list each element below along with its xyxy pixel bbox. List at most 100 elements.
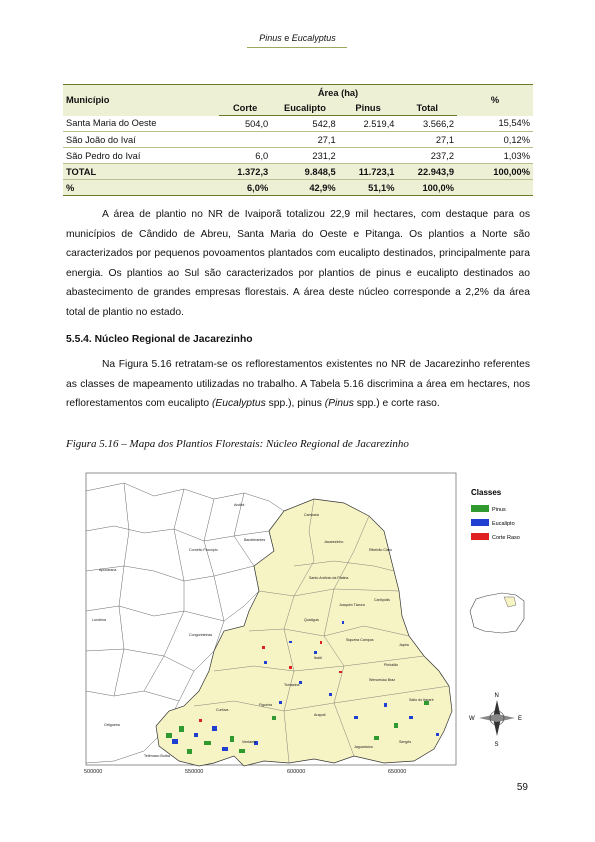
- page-number: 59: [516, 782, 528, 793]
- cell-eucalipto: 42,9%: [271, 179, 339, 196]
- x-tick: 650000: [388, 769, 406, 775]
- col-eucalipto: Eucalipto: [271, 100, 339, 116]
- place-label: Quatiguá: [304, 618, 319, 622]
- place-label: Andirá: [234, 503, 244, 507]
- col-pct: %: [457, 84, 533, 116]
- figure-caption: Figura 5.16 – Mapa dos Plantios Floresta…: [66, 438, 409, 450]
- cell-total: 100,0%: [397, 179, 457, 196]
- legend-label-corte-raso: Corte Raso: [492, 535, 520, 541]
- col-municipio: Município: [63, 84, 219, 116]
- section-title: 5.5.4. Núcleo Regional de Jacarezinho: [66, 334, 253, 345]
- cell-name: %: [63, 179, 219, 196]
- place-label: Figueira: [259, 703, 272, 707]
- legend-swatch-pinus: [471, 505, 489, 512]
- cell-pinus: [338, 131, 398, 148]
- paragraph1-text: A área de plantio no NR de Ivaiporã tota…: [66, 209, 530, 318]
- place-label: Sengés: [399, 740, 411, 744]
- cell-name: São Pedro do Ivaí: [63, 147, 219, 164]
- cell-eucalipto: 231,2: [271, 147, 339, 164]
- place-label: Arapoti: [314, 713, 326, 717]
- cell-total: 3.566,2: [397, 115, 457, 132]
- p2-b: (Eucalyptus: [211, 398, 266, 409]
- compass-w: W: [469, 716, 475, 722]
- col-pinus: Pinus: [338, 100, 398, 116]
- cell-pinus: 11.723,1: [338, 163, 398, 180]
- place-label: Ventania: [242, 740, 256, 744]
- place-label: Pinhalão: [384, 663, 398, 667]
- x-tick: 550000: [185, 769, 203, 775]
- compass-s: S: [495, 742, 499, 748]
- cell-pinus: [338, 147, 398, 164]
- x-tick: 600000: [287, 769, 305, 775]
- legend-swatch-corte-raso: [471, 533, 489, 540]
- cell-pct: 0,12%: [457, 131, 533, 148]
- cell-eucalipto: 27,1: [271, 131, 339, 148]
- cell-pinus: 51,1%: [338, 179, 398, 196]
- place-label: Telêmaco Borba: [144, 754, 170, 758]
- header-rule: [247, 47, 347, 48]
- paragraph-jacarezinho: Na Figura 5.16 retratam-se os refloresta…: [66, 355, 530, 414]
- total-row: TOTAL 1.372,3 9.848,5 11.723,1 22.943,9 …: [63, 163, 533, 180]
- place-label: Santo Antônio da Platina: [309, 576, 348, 580]
- inset-map: [469, 592, 525, 634]
- cell-corte: 1.372,3: [219, 163, 272, 180]
- cell-eucalipto: 9.848,5: [271, 163, 339, 180]
- header-genus2: Eucalyptus: [291, 33, 336, 43]
- forest-map: Classes Pinus Eucalipto Corte Raso N S E…: [76, 471, 526, 779]
- legend-swatch-eucalipto: [471, 519, 489, 526]
- cell-pinus: 2.519,4: [338, 115, 398, 132]
- table-row: São João do Ivaí 27,1 27,1 0,12%: [63, 131, 533, 148]
- place-label: Wenceslau Braz: [369, 678, 395, 682]
- cell-pct: 1,03%: [457, 147, 533, 164]
- cell-pct: 15,54%: [457, 115, 533, 132]
- place-label: Londrina: [92, 618, 106, 622]
- cell-name: São João do Ivaí: [63, 131, 219, 148]
- cell-total: 22.943,9: [397, 163, 457, 180]
- header-conj: e: [281, 33, 292, 43]
- cell-name: Santa Maria do Oeste: [63, 115, 219, 132]
- place-label: Ibaiti: [314, 656, 322, 660]
- place-label: Tomazina: [284, 683, 299, 687]
- compass-n: N: [495, 693, 499, 699]
- legend-label-eucalipto: Eucalipto: [492, 521, 515, 527]
- p2-e: spp.) e corte raso.: [353, 398, 440, 409]
- cell-total: 27,1: [397, 131, 457, 148]
- area-table: Município Área (ha) % Corte Eucalipto Pi…: [63, 84, 533, 196]
- place-label: Ortigueira: [104, 723, 120, 727]
- cell-corte: 6,0%: [219, 179, 272, 196]
- place-label: Curiúva: [216, 708, 228, 712]
- cell-eucalipto: 542,8: [271, 115, 339, 132]
- place-label: Bandeirantes: [244, 538, 265, 542]
- cell-name: TOTAL: [63, 163, 219, 180]
- legend-title: Classes: [471, 488, 502, 497]
- place-label: Jacarezinho: [324, 540, 343, 544]
- place-label: Ribeirão Claro: [369, 548, 392, 552]
- cell-corte: [219, 131, 272, 148]
- cell-total: 237,2: [397, 147, 457, 164]
- table-row: São Pedro do Ivaí 6,0 231,2 237,2 1,03%: [63, 147, 533, 164]
- p2-d: (Pinus: [324, 398, 354, 409]
- place-label: Cambará: [304, 513, 319, 517]
- percent-row: % 6,0% 42,9% 51,1% 100,0%: [63, 179, 533, 196]
- cell-corte: 6,0: [219, 147, 272, 164]
- place-label: Jaguariaíva: [354, 745, 373, 749]
- running-header: Pinus e Eucalyptus: [0, 33, 595, 43]
- cell-pct: [457, 179, 533, 196]
- place-label: Salto do Itararé: [409, 698, 434, 702]
- place-label: Apucarana: [99, 568, 116, 572]
- place-label: Congonhinhas: [189, 633, 212, 637]
- legend-label-pinus: Pinus: [492, 507, 506, 513]
- place-label: Japira: [399, 643, 409, 647]
- cell-corte: 504,0: [219, 115, 272, 132]
- col-area: Área (ha): [219, 84, 457, 100]
- p2-c: spp.), pinus: [265, 398, 325, 409]
- place-label: Siqueira Campos: [346, 638, 374, 642]
- map-svg: Classes Pinus Eucalipto Corte Raso N S E…: [76, 471, 526, 779]
- place-label: Joaquim Távora: [339, 603, 365, 607]
- header-genus1: Pinus: [259, 33, 282, 43]
- place-label: Carlópolis: [374, 598, 390, 602]
- col-total: Total: [397, 100, 457, 116]
- compass-e: E: [518, 716, 522, 722]
- cell-pct: 100,00%: [457, 163, 533, 180]
- paragraph-ivaipora: A área de plantio no NR de Ivaiporã tota…: [66, 205, 530, 322]
